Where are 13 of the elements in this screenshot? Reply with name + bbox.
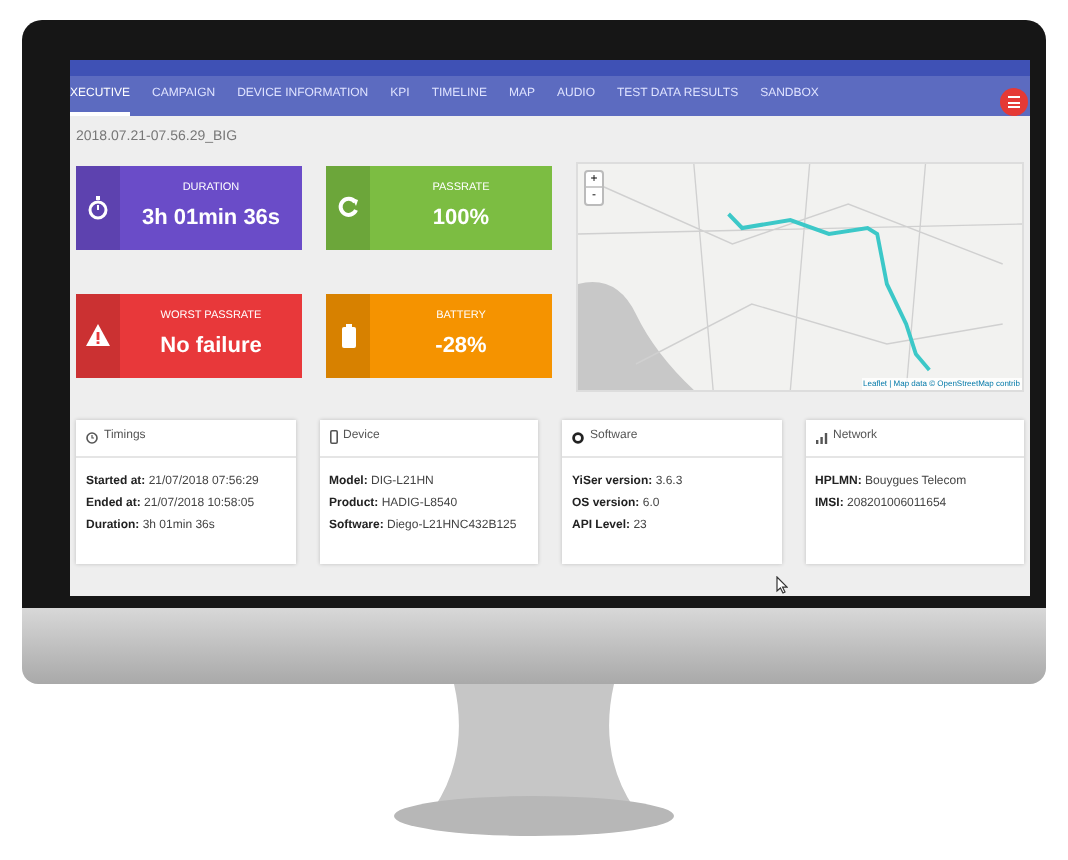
stopwatch-icon: [88, 195, 108, 219]
signal-icon: [815, 431, 827, 443]
battery-icon: [341, 323, 355, 347]
tile-value: 100%: [432, 203, 490, 234]
menu-button[interactable]: [1000, 88, 1028, 116]
refresh-icon: [337, 196, 359, 218]
tile-value: 3h 01min 36s: [141, 203, 281, 234]
cursor-icon: [776, 575, 788, 593]
clock-icon: [86, 431, 98, 443]
warning-icon: [86, 324, 110, 346]
tile-value: No failure: [160, 331, 262, 362]
tile-value: -28%: [435, 331, 487, 362]
phone-icon: [329, 430, 337, 444]
